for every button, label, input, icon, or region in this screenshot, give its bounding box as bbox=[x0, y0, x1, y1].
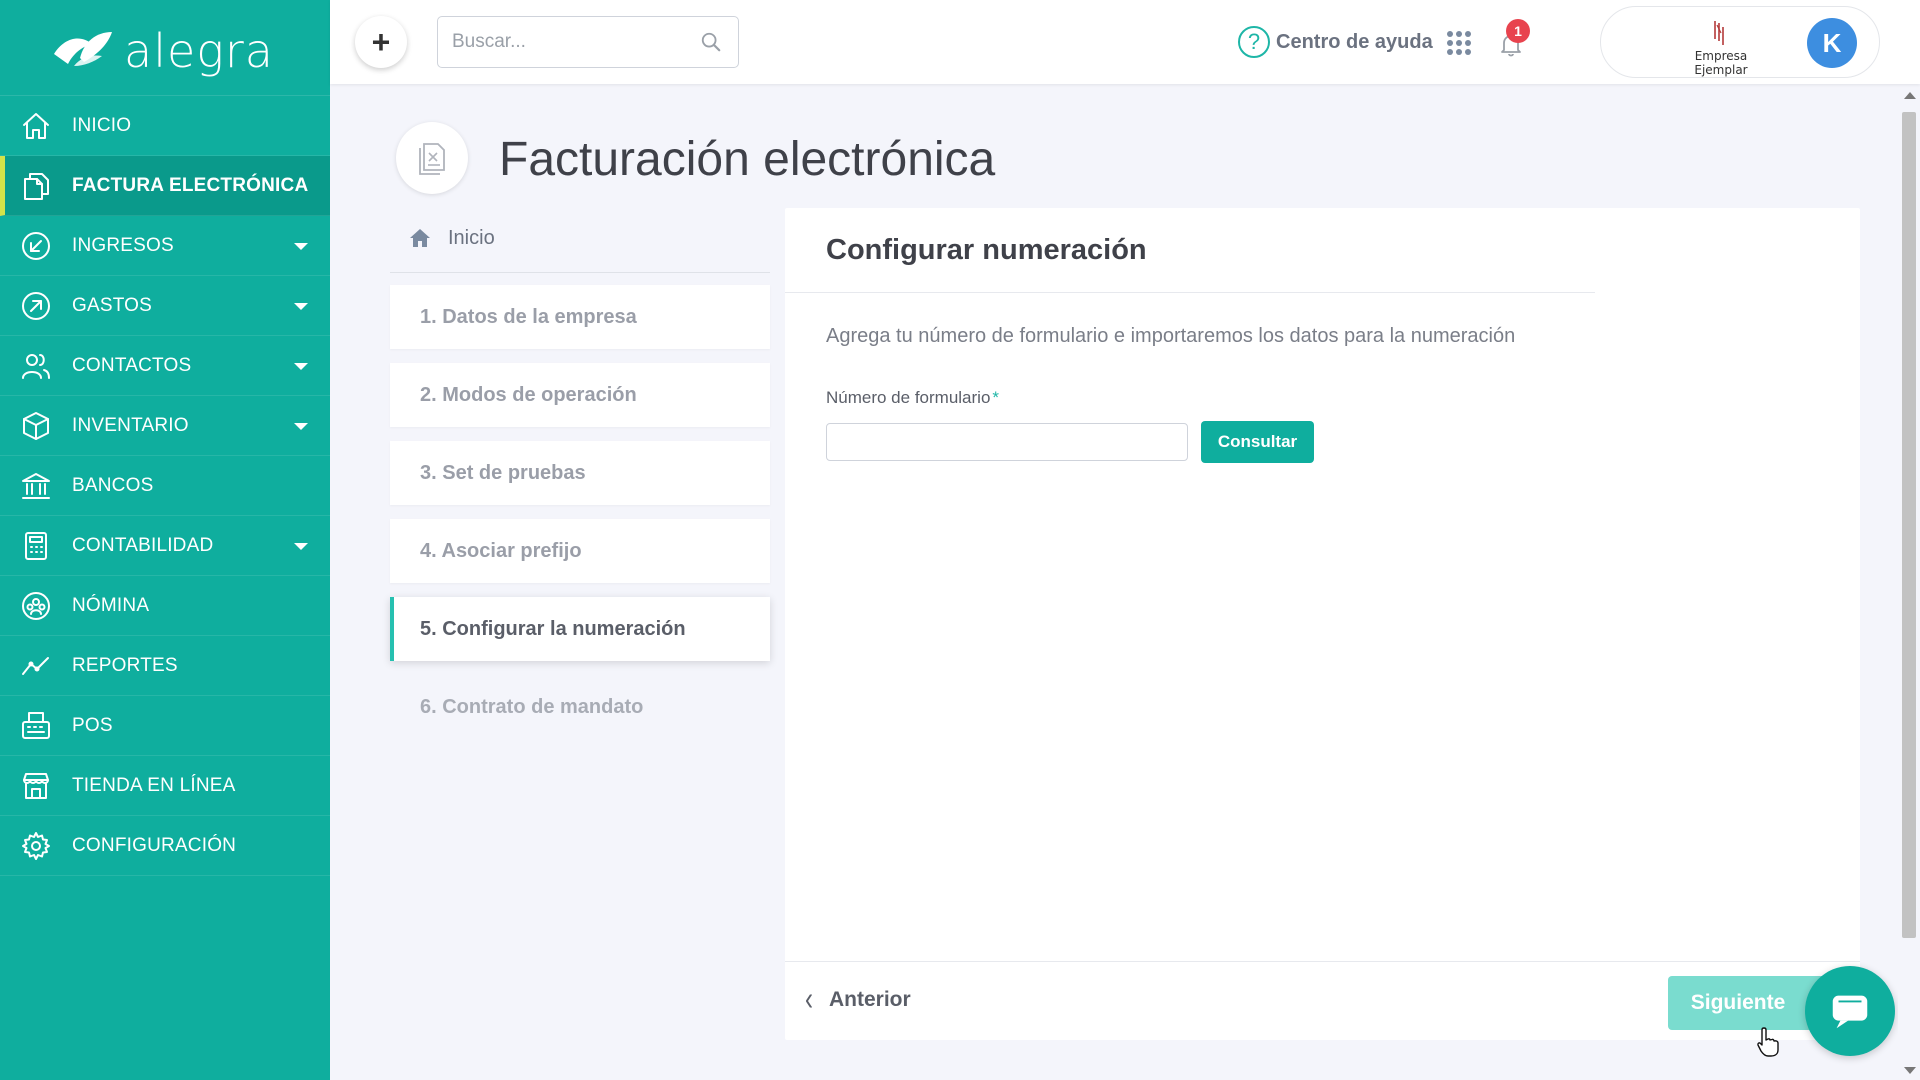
sidebar-item-label: INVENTARIO bbox=[72, 414, 189, 436]
step-modos-operacion[interactable]: 2. Modos de operación bbox=[390, 363, 770, 427]
chevron-down-icon[interactable] bbox=[294, 543, 308, 550]
search-box bbox=[437, 16, 739, 68]
arrow-out-icon bbox=[20, 290, 52, 322]
bank-icon bbox=[20, 470, 52, 502]
chevron-down-icon[interactable] bbox=[294, 303, 308, 310]
sidebar-item-contactos[interactable]: CONTACTOS bbox=[0, 336, 330, 396]
sidebar-item-gastos[interactable]: GASTOS bbox=[0, 276, 330, 336]
numbering-form-card: Configurar numeración Agrega tu número d… bbox=[785, 208, 1860, 1040]
alegra-leaf-icon bbox=[54, 31, 112, 66]
help-center-link[interactable]: ? Centro de ayuda bbox=[1238, 26, 1433, 58]
payroll-icon bbox=[20, 590, 52, 622]
hand-cursor-icon bbox=[1757, 1027, 1779, 1057]
sidebar-item-contabilidad[interactable]: CONTABILIDAD bbox=[0, 516, 330, 576]
sidebar-item-nomina[interactable]: NÓMINA bbox=[0, 576, 330, 636]
sidebar-item-label: INGRESOS bbox=[72, 234, 174, 256]
steps-home-label: Inicio bbox=[448, 226, 495, 249]
home-icon bbox=[20, 110, 52, 142]
form-number-input[interactable] bbox=[826, 423, 1188, 461]
required-mark: * bbox=[992, 388, 1000, 407]
sidebar-item-label: NÓMINA bbox=[72, 594, 150, 616]
chevron-down-icon[interactable] bbox=[294, 243, 308, 250]
next-button[interactable]: Siguiente bbox=[1668, 976, 1828, 1030]
sidebar-item-label: GASTOS bbox=[72, 294, 153, 316]
sidebar-item-label: CONTACTOS bbox=[72, 354, 192, 376]
footer-divider bbox=[785, 961, 1860, 962]
home-icon bbox=[410, 229, 430, 247]
documents-icon bbox=[20, 170, 52, 202]
apps-grid-icon[interactable] bbox=[1447, 31, 1471, 55]
alegra-logo[interactable]: alegra bbox=[0, 0, 330, 96]
sidebar-item-bancos[interactable]: BANCOS bbox=[0, 456, 330, 516]
company-name: Empresa Ejemplar bbox=[1694, 49, 1748, 77]
sidebar-item-inventario[interactable]: INVENTARIO bbox=[0, 396, 330, 456]
scroll-thumb[interactable] bbox=[1902, 112, 1916, 938]
sidebar-item-ingresos[interactable]: INGRESOS bbox=[0, 216, 330, 276]
steps-home-link[interactable]: Inicio bbox=[408, 226, 495, 250]
register-icon bbox=[20, 710, 52, 742]
scroll-up-arrow-icon[interactable] bbox=[1904, 92, 1916, 99]
sidebar-item-label: POS bbox=[72, 714, 113, 736]
gear-icon bbox=[20, 830, 52, 862]
step-contrato-mandato[interactable]: 6. Contrato de mandato bbox=[390, 675, 770, 739]
calculator-icon bbox=[20, 530, 52, 562]
chat-icon bbox=[1832, 995, 1868, 1029]
sidebar-item-label: BANCOS bbox=[72, 474, 154, 496]
sidebar-item-label: REPORTES bbox=[72, 654, 178, 676]
top-bar: + ? Centro de ayuda 1 Empresa Ejemplar K bbox=[330, 0, 1920, 84]
search-icon[interactable] bbox=[700, 31, 722, 53]
chat-support-button[interactable] bbox=[1805, 966, 1895, 1056]
sidebar-item-tienda-en-linea[interactable]: TIENDA EN LÍNEA bbox=[0, 756, 330, 816]
avatar[interactable]: K bbox=[1807, 18, 1857, 68]
form-title: Configurar numeración bbox=[826, 234, 1147, 266]
sidebar-item-label: CONTABILIDAD bbox=[72, 534, 214, 556]
company-logo-mark-icon bbox=[1714, 21, 1724, 45]
trend-icon bbox=[20, 650, 52, 682]
page-scrollbar[interactable] bbox=[1898, 88, 1920, 1080]
sidebar: alegra INICIO FACTURA ELECTRÓNICA INGRES… bbox=[0, 0, 330, 1080]
question-icon: ? bbox=[1238, 26, 1270, 58]
sidebar-item-factura-electronica[interactable]: FACTURA ELECTRÓNICA bbox=[0, 156, 330, 216]
arrow-in-icon bbox=[20, 230, 52, 262]
brand-name: alegra bbox=[124, 23, 274, 78]
company-switcher[interactable]: Empresa Ejemplar K bbox=[1600, 6, 1880, 78]
chevron-down-icon[interactable] bbox=[294, 423, 308, 430]
box-icon bbox=[20, 410, 52, 442]
sidebar-item-label: CONFIGURACIÓN bbox=[72, 834, 237, 856]
users-icon bbox=[20, 350, 52, 382]
consult-button[interactable]: Consultar bbox=[1201, 421, 1314, 463]
notification-badge: 1 bbox=[1506, 19, 1530, 43]
form-description: Agrega tu número de formulario e importa… bbox=[826, 325, 1516, 347]
step-datos-empresa[interactable]: 1. Datos de la empresa bbox=[390, 285, 770, 349]
help-center-label: Centro de ayuda bbox=[1276, 30, 1433, 53]
add-button[interactable]: + bbox=[355, 16, 407, 68]
company-logo: Empresa Ejemplar bbox=[1671, 19, 1771, 77]
step-asociar-prefijo[interactable]: 4. Asociar prefijo bbox=[390, 519, 770, 583]
sidebar-item-configuracion[interactable]: CONFIGURACIÓN bbox=[0, 816, 330, 876]
sidebar-item-label: FACTURA ELECTRÓNICA bbox=[72, 174, 309, 196]
sidebar-item-reportes[interactable]: REPORTES bbox=[0, 636, 330, 696]
invoice-page-icon bbox=[396, 122, 468, 194]
previous-button[interactable]: ‹ Anterior bbox=[805, 980, 911, 1018]
chevron-left-icon: ‹ bbox=[805, 980, 813, 1019]
form-number-label: Número de formulario * bbox=[826, 388, 999, 408]
sidebar-item-pos[interactable]: POS bbox=[0, 696, 330, 756]
chevron-down-icon[interactable] bbox=[294, 363, 308, 370]
scroll-down-arrow-icon[interactable] bbox=[1904, 1067, 1916, 1074]
store-icon bbox=[20, 770, 52, 802]
search-input[interactable] bbox=[452, 31, 692, 53]
step-set-pruebas[interactable]: 3. Set de pruebas bbox=[390, 441, 770, 505]
title-divider bbox=[785, 292, 1595, 293]
sidebar-item-label: INICIO bbox=[72, 114, 132, 136]
page-title: Facturación electrónica bbox=[499, 133, 996, 186]
previous-label: Anterior bbox=[829, 988, 911, 1011]
form-number-label-text: Número de formulario bbox=[826, 388, 991, 407]
sidebar-item-inicio[interactable]: INICIO bbox=[0, 96, 330, 156]
step-configurar-numeracion[interactable]: 5. Configurar la numeración bbox=[390, 597, 770, 661]
sidebar-item-label: TIENDA EN LÍNEA bbox=[72, 774, 236, 796]
steps-divider bbox=[390, 272, 770, 273]
